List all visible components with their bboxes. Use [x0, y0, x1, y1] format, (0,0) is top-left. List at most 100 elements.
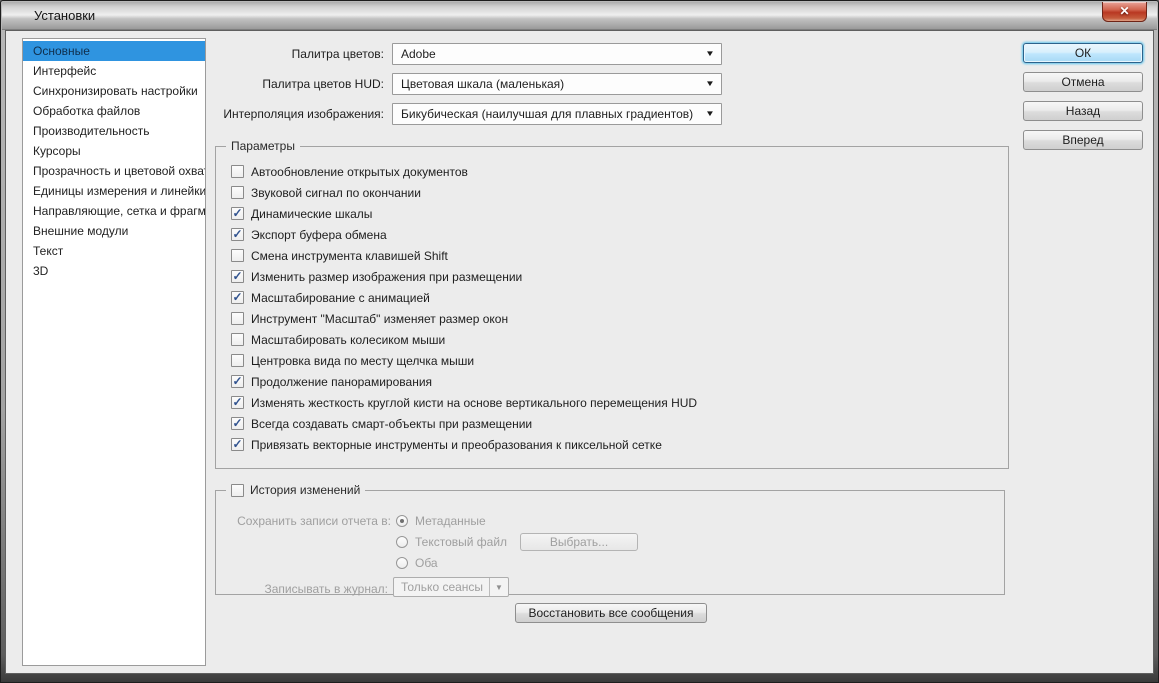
- checkbox[interactable]: ✓: [231, 270, 244, 283]
- checkbox-label: Масштабировать колесиком мыши: [251, 333, 445, 347]
- checkbox-label: Изменять жесткость круглой кисти на осно…: [251, 396, 697, 410]
- sidebar-item[interactable]: Текст: [23, 241, 205, 261]
- checkbox-row[interactable]: ✓ Динамические шкалы: [231, 203, 1008, 224]
- save-target-radios: Метаданные Текстовый файл Оба: [396, 510, 507, 573]
- checkbox[interactable]: ✓: [231, 249, 244, 262]
- checkbox-row[interactable]: ✓ Звуковой сигнал по окончании: [231, 182, 1008, 203]
- checkbox[interactable]: ✓: [231, 291, 244, 304]
- radio-row[interactable]: Текстовый файл: [396, 531, 507, 552]
- radio-label: Оба: [415, 556, 438, 570]
- radio-row[interactable]: Метаданные: [396, 510, 507, 531]
- radio-button[interactable]: [396, 557, 408, 569]
- options-group: Параметры ✓ Автообновление открытых доку…: [215, 139, 1009, 469]
- checkbox-row[interactable]: ✓ Автообновление открытых документов: [231, 161, 1008, 182]
- dropdown[interactable]: Цветовая шкала (маленькая) ▼: [392, 73, 722, 95]
- checkmark-icon: ✓: [232, 438, 242, 450]
- checkbox-row[interactable]: ✓ Центровка вида по месту щелчка мыши: [231, 350, 1008, 371]
- dropdown[interactable]: Adobe ▼: [392, 43, 722, 65]
- checkmark-icon: ✓: [232, 396, 242, 408]
- sidebar-item[interactable]: 3D: [23, 261, 205, 281]
- sidebar-item[interactable]: Внешние модули: [23, 221, 205, 241]
- checkbox[interactable]: ✓: [231, 186, 244, 199]
- log-mode-label: Записывать в журнал:: [216, 582, 388, 596]
- history-group-title: История изменений: [250, 483, 360, 497]
- checkbox-label: Звуковой сигнал по окончании: [251, 186, 421, 200]
- radio-button[interactable]: [396, 515, 408, 527]
- dropdown-arrow-icon: ▼: [705, 110, 715, 118]
- radio-label: Текстовый файл: [415, 535, 507, 549]
- checkbox-row[interactable]: ✓ Масштабирование с анимацией: [231, 287, 1008, 308]
- checkmark-icon: ✓: [232, 228, 242, 240]
- log-mode-dropdown[interactable]: Только сеансы ▼: [393, 577, 509, 597]
- checkbox-row[interactable]: ✓ Инструмент "Масштаб" изменяет размер о…: [231, 308, 1008, 329]
- checkbox-label: Привязать векторные инструменты и преобр…: [251, 438, 662, 452]
- checkmark-icon: ✓: [232, 375, 242, 387]
- checkbox-list: ✓ Автообновление открытых документов ✓ З…: [216, 153, 1008, 455]
- sidebar-item[interactable]: Курсоры: [23, 141, 205, 161]
- sidebar-item[interactable]: Направляющие, сетка и фрагменты: [23, 201, 205, 221]
- titlebar[interactable]: Установки ✕: [2, 2, 1157, 30]
- radio-row[interactable]: Оба: [396, 552, 507, 573]
- dropdown[interactable]: Бикубическая (наилучшая для плавных град…: [392, 103, 722, 125]
- checkbox-label: Масштабирование с анимацией: [251, 291, 430, 305]
- checkbox-row[interactable]: ✓ Привязать векторные инструменты и прео…: [231, 434, 1008, 455]
- window-title: Установки: [34, 8, 95, 23]
- checkbox[interactable]: ✓: [231, 417, 244, 430]
- checkbox[interactable]: ✓: [231, 333, 244, 346]
- preferences-dialog: Установки ✕ Основные Интерфейс Синхрониз…: [0, 0, 1159, 683]
- choose-file-button[interactable]: Выбрать...: [520, 533, 638, 551]
- top-form: Палитра цветов: Adobe ▼ Палитра цветов H…: [6, 43, 722, 133]
- checkbox-label: Смена инструмента клавишей Shift: [251, 249, 448, 263]
- checkbox-label: Всегда создавать смарт-объекты при разме…: [251, 417, 532, 431]
- checkbox-row[interactable]: ✓ Изменить размер изображения при размещ…: [231, 266, 1008, 287]
- checkbox-row[interactable]: ✓ Смена инструмента клавишей Shift: [231, 245, 1008, 266]
- checkmark-icon: ✓: [232, 417, 242, 429]
- close-icon: ✕: [1119, 4, 1129, 18]
- dropdown-label: Палитра цветов HUD:: [6, 77, 392, 91]
- checkbox[interactable]: ✓: [231, 312, 244, 325]
- checkbox-label: Инструмент "Масштаб" изменяет размер око…: [251, 312, 508, 326]
- save-report-label: Сохранить записи отчета в:: [216, 514, 391, 528]
- checkbox-label: Динамические шкалы: [251, 207, 372, 221]
- history-checkbox[interactable]: ✓: [231, 484, 244, 497]
- dropdown-value: Бикубическая (наилучшая для плавных град…: [401, 107, 693, 121]
- history-group: ✓ История изменений Сохранить записи отч…: [215, 483, 1005, 595]
- history-legend: ✓ История изменений: [226, 483, 365, 497]
- reset-all-messages-button[interactable]: Восстановить все сообщения: [515, 603, 707, 623]
- checkbox[interactable]: ✓: [231, 165, 244, 178]
- checkbox[interactable]: ✓: [231, 396, 244, 409]
- checkbox[interactable]: ✓: [231, 438, 244, 451]
- dropdown-label: Интерполяция изображения:: [6, 107, 392, 121]
- checkbox-row[interactable]: ✓ Масштабировать колесиком мыши: [231, 329, 1008, 350]
- action-button[interactable]: Назад: [1023, 101, 1143, 121]
- dropdown-label: Палитра цветов:: [6, 47, 392, 61]
- checkbox-label: Центровка вида по месту щелчка мыши: [251, 354, 474, 368]
- form-row: Палитра цветов HUD: Цветовая шкала (мале…: [6, 73, 722, 95]
- checkbox[interactable]: ✓: [231, 354, 244, 367]
- form-row: Палитра цветов: Adobe ▼: [6, 43, 722, 65]
- checkmark-icon: ✓: [232, 207, 242, 219]
- checkbox[interactable]: ✓: [231, 375, 244, 388]
- checkbox-label: Автообновление открытых документов: [251, 165, 468, 179]
- dropdown-value: Цветовая шкала (маленькая): [401, 77, 564, 91]
- sidebar-item[interactable]: Единицы измерения и линейки: [23, 181, 205, 201]
- checkbox-row[interactable]: ✓ Изменять жесткость круглой кисти на ос…: [231, 392, 1008, 413]
- action-button[interactable]: ОК: [1023, 43, 1143, 63]
- action-buttons: ОК Отмена Назад Вперед: [1023, 43, 1143, 159]
- action-button[interactable]: Вперед: [1023, 130, 1143, 150]
- checkbox[interactable]: ✓: [231, 228, 244, 241]
- dropdown-value: Adobe: [401, 47, 436, 61]
- checkbox-row[interactable]: ✓ Экспорт буфера обмена: [231, 224, 1008, 245]
- checkbox[interactable]: ✓: [231, 207, 244, 220]
- checkmark-icon: ✓: [232, 270, 242, 282]
- form-row: Интерполяция изображения: Бикубическая (…: [6, 103, 722, 125]
- checkbox-row[interactable]: ✓ Продолжение панорамирования: [231, 371, 1008, 392]
- radio-dot-icon: [400, 519, 404, 523]
- sidebar-item[interactable]: Прозрачность и цветовой охват: [23, 161, 205, 181]
- dialog-content: Основные Интерфейс Синхронизировать наст…: [5, 30, 1154, 674]
- options-group-title: Параметры: [226, 139, 300, 153]
- action-button[interactable]: Отмена: [1023, 72, 1143, 92]
- close-button[interactable]: ✕: [1102, 2, 1147, 22]
- checkbox-row[interactable]: ✓ Всегда создавать смарт-объекты при раз…: [231, 413, 1008, 434]
- radio-button[interactable]: [396, 536, 408, 548]
